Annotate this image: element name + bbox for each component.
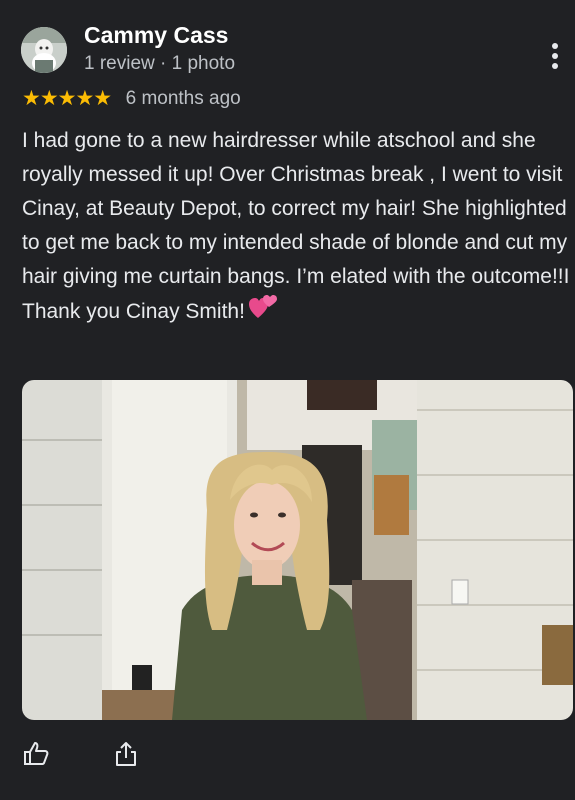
like-button[interactable]: [22, 740, 50, 768]
review-body: I had gone to a new hairdresser while at…: [22, 129, 570, 323]
rating-row: ★★★★★ 6 months ago: [22, 86, 241, 112]
star-rating: ★★★★★: [22, 87, 112, 110]
review-card: Cammy Cass 1 review · 1 photo ★★★★★ 6 mo…: [0, 0, 575, 800]
thumbs-up-icon: [22, 742, 50, 772]
author-name[interactable]: Cammy Cass: [84, 22, 228, 49]
author-meta: 1 review · 1 photo: [84, 53, 236, 74]
more-options-button[interactable]: [543, 40, 569, 72]
two-hearts-emoji: [248, 294, 277, 331]
review-text: I had gone to a new hairdresser while at…: [22, 124, 574, 331]
avatar[interactable]: [21, 27, 67, 73]
share-icon: [112, 742, 140, 772]
review-date: 6 months ago: [125, 87, 241, 109]
review-photo[interactable]: [22, 380, 573, 720]
share-button[interactable]: [112, 740, 140, 768]
